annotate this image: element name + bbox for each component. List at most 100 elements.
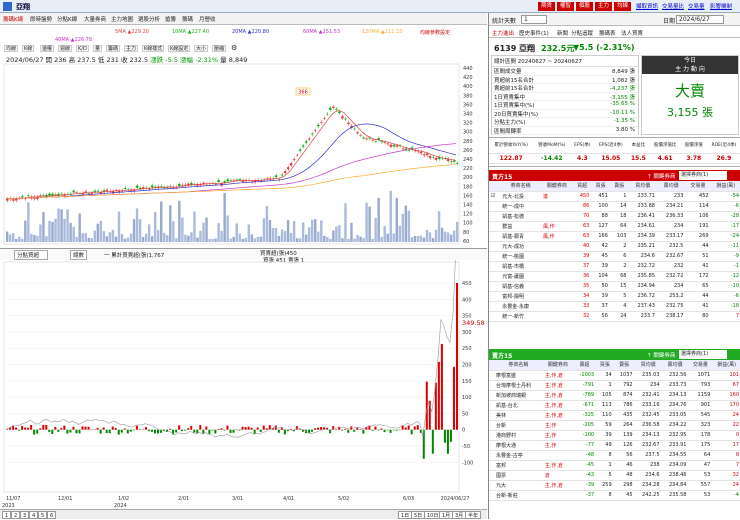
toolbar-btn-11[interactable]: 壓縮 bbox=[212, 45, 227, 52]
page-3[interactable]: 3 bbox=[20, 511, 30, 519]
table-row[interactable]: 台新-新莊 -37 8 45 242.25 235.58 53 -4 bbox=[489, 490, 740, 501]
table-row[interactable]: 美林 主,作,倉 -325 110 435 232.45 233.05 545 24 bbox=[489, 410, 740, 421]
table-row[interactable]: 統一-成中 86 100 14 233.88 234.21 114 -6 bbox=[489, 201, 740, 212]
page-2[interactable]: 2 bbox=[11, 511, 21, 519]
title-link-1[interactable]: 交易量比 bbox=[662, 2, 684, 10]
table-header[interactable]: 買均價 bbox=[628, 181, 657, 192]
table-row[interactable]: 統一-新竹 32 56 24 233.7 238.17 80 7 bbox=[489, 311, 740, 322]
table-header[interactable]: 損益(萬) bbox=[712, 360, 740, 371]
page-4[interactable]: 4 bbox=[29, 511, 39, 519]
title-button-4[interactable]: 均線 bbox=[614, 2, 632, 11]
table-row[interactable]: 摩根大通 主,作 -77 49 126 232.67 233.91 175 17 bbox=[489, 440, 740, 451]
table-row[interactable]: 富邦-陽明 34 39 5 236.72 253.2 44 -6 bbox=[489, 291, 740, 302]
tab-4[interactable]: 主力地圖 bbox=[111, 15, 133, 23]
table-row[interactable]: 國票倉 -43 5 48 234.6 238.46 53 32 bbox=[489, 470, 740, 481]
gear-icon[interactable]: ⚙ bbox=[230, 45, 238, 52]
table-row[interactable]: 新加坡商瑞銀 主,作,倉 -789 105 874 232.41 234.13 1159 160 bbox=[489, 390, 740, 401]
toolbar-btn-0[interactable]: 均線 bbox=[4, 45, 19, 52]
tab-1[interactable]: 即時盤勢 bbox=[30, 15, 52, 23]
title-link-3[interactable]: 影響機制 bbox=[710, 2, 732, 10]
broker-chart[interactable]: 450400350300250200150100500-50-100 349.5… bbox=[0, 260, 487, 509]
table-header[interactable]: 關鍵券商 bbox=[541, 181, 573, 192]
tab-8[interactable]: 月營收 bbox=[199, 15, 216, 23]
table-header[interactable]: 買張 bbox=[591, 181, 610, 192]
toolbar-btn-4[interactable]: K/D bbox=[76, 45, 89, 52]
table-header[interactable]: 券商名稱 bbox=[494, 360, 543, 371]
table-header[interactable]: 關鍵券商 bbox=[542, 360, 573, 371]
title-button-1[interactable]: 權智 bbox=[557, 2, 575, 11]
table-row[interactable]: 永豐金-古亭 -48 8 56 237.5 234.55 64 8 bbox=[489, 450, 740, 461]
table-header[interactable]: 賣張 bbox=[613, 360, 635, 371]
table-header[interactable]: 交易量 bbox=[688, 360, 713, 371]
table-header[interactable]: 券商名稱 bbox=[500, 181, 542, 192]
table-header[interactable] bbox=[489, 181, 501, 192]
total-button[interactable]: 總數 bbox=[70, 250, 88, 260]
table-row[interactable]: 凱基-市橋 37 39 2 232.72 232 41 -1 bbox=[489, 261, 740, 272]
tab-0[interactable]: 籌碼K線 bbox=[3, 15, 23, 23]
page-6[interactable]: 6 bbox=[47, 511, 57, 519]
page-1[interactable]: 1 bbox=[2, 511, 12, 519]
table-row[interactable]: 元大 主,作,倉 -39 259 298 234.28 234.84 557 24 bbox=[489, 480, 740, 491]
table-row[interactable]: 統一-桃園 39 45 6 234.6 232.67 51 -9 bbox=[489, 251, 740, 262]
table-header[interactable]: 買均價 bbox=[634, 360, 662, 371]
toolbar-btn-3[interactable]: 週線 bbox=[58, 45, 73, 52]
tab-7[interactable]: 籌碼 bbox=[182, 15, 193, 23]
toolbar-btn-10[interactable]: 大小 bbox=[194, 45, 209, 52]
toolbar-btn-7[interactable]: 主力 bbox=[124, 45, 139, 52]
rtab-0[interactable]: 主力進出 bbox=[492, 29, 514, 37]
buy-key-button[interactable]: ↑ 關鍵券商 bbox=[647, 172, 675, 180]
tab-6[interactable]: 搶籌 bbox=[165, 15, 176, 23]
title-link-2[interactable]: 交易量 bbox=[688, 2, 705, 10]
toolbar-btn-5[interactable]: 量 bbox=[93, 45, 103, 52]
table-row[interactable]: 永豐金-永康 33 37 4 237.43 232.75 41 -18 bbox=[489, 301, 740, 312]
toolbar-btn-2[interactable]: 還權 bbox=[40, 45, 55, 52]
table-header[interactable]: 交易量 bbox=[685, 181, 711, 192]
table-row[interactable]: 台灣摩根士丹利 主,作,倉 -791 1 792 234 233.73 793 67 bbox=[489, 380, 740, 391]
tab-3[interactable]: 大量券商 bbox=[84, 15, 106, 23]
toolbar-btn-9[interactable]: K線設定 bbox=[168, 45, 191, 52]
buy-broker-select[interactable]: 選擇券商(1) bbox=[679, 171, 727, 180]
table-header[interactable]: 賣均價 bbox=[656, 181, 686, 192]
sell-broker-select[interactable]: 選擇券商(1) bbox=[679, 350, 727, 359]
days-select[interactable]: 1 bbox=[521, 15, 547, 24]
page-5[interactable]: 5 bbox=[38, 511, 48, 519]
table-row[interactable]: ☑ 元大-北投進 450 451 1 233.71 233 452 -54 bbox=[489, 191, 740, 202]
date-input[interactable]: 2024/6/27 bbox=[676, 15, 724, 24]
table-row[interactable]: 台新 主,作 -205 59 264 236.58 234.22 323 22 bbox=[489, 420, 740, 431]
table-row[interactable]: 凱基-松德 70 88 18 236.41 236.33 106 -28 bbox=[489, 211, 740, 222]
table-row[interactable]: 群益 風,作 63 127 64 234.61 234 191 -17 bbox=[489, 221, 740, 232]
table-header[interactable]: 賣均價 bbox=[661, 360, 689, 371]
price-chart[interactable]: 440 420 400 380 360 340 320 300 280 260 240 220 200 1… bbox=[0, 62, 487, 248]
period-half[interactable]: 半年 bbox=[465, 511, 482, 519]
table-header[interactable]: 賣超 bbox=[572, 360, 597, 371]
title-button-2[interactable]: 個股 bbox=[576, 2, 594, 11]
tab-2[interactable]: 分點K線 bbox=[57, 15, 77, 23]
toolbar-btn-1[interactable]: K線 bbox=[22, 45, 35, 52]
table-row[interactable]: 港商野村 主,作 -100 39 139 234.13 232.95 178 0 bbox=[489, 430, 740, 441]
toolbar-btn-8[interactable]: K線樣式 bbox=[142, 45, 165, 52]
rtab-2[interactable]: 新聞 bbox=[557, 29, 568, 37]
sell-key-button[interactable]: ↑ 關鍵券商 bbox=[647, 351, 675, 359]
table-header[interactable]: 買張 bbox=[596, 360, 614, 371]
broker-select[interactable]: 分點買超 bbox=[14, 250, 49, 260]
table-row[interactable]: 摩根富盛 主,作,倉 -1003 34 1037 235.03 232.56 1071 101 bbox=[489, 370, 740, 381]
table-row[interactable]: 元富-蘆園 36 104 68 235.85 232.72 172 -12 bbox=[489, 271, 740, 282]
rtab-5[interactable]: 法人買賣 bbox=[621, 29, 643, 37]
table-header[interactable]: 損益(萬) bbox=[710, 181, 740, 192]
rtab-4[interactable]: 籌碼表 bbox=[599, 29, 616, 37]
title-button-3[interactable]: 主力 bbox=[595, 2, 613, 11]
table-header[interactable]: 賣張 bbox=[609, 181, 629, 192]
ma-settings-link[interactable]: 均線參數設定 bbox=[420, 29, 450, 36]
table-row[interactable]: 凱基-鄭青 風,作 63 166 103 234.39 233.17 269 -24 bbox=[489, 231, 740, 242]
title-link-0[interactable]: 擷取資訊 bbox=[636, 2, 658, 10]
table-header[interactable]: 買超 bbox=[572, 181, 592, 192]
table-row[interactable]: 凱基-信義 35 50 15 234.94 234 65 -10 bbox=[489, 281, 740, 292]
table-row[interactable]: 富邦 主,作,倉 -45 1 46 238 234.09 47 7 bbox=[489, 460, 740, 471]
table-row[interactable]: 元大-成功 40 42 2 235.21 232.5 44 -11 bbox=[489, 241, 740, 252]
title-button-0[interactable]: 期貨 bbox=[538, 2, 556, 11]
rtab-1[interactable]: 歷史事件(1) bbox=[519, 29, 549, 37]
toolbar-btn-6[interactable]: 籌碼 bbox=[106, 45, 121, 52]
table-row[interactable]: 凱基-台北 主,作,倉 -671 113 786 233.16 234.76 901 170 bbox=[489, 400, 740, 411]
rtab-3[interactable]: 分點追蹤 bbox=[571, 29, 593, 37]
tab-5[interactable]: 選股分析 bbox=[138, 15, 160, 23]
